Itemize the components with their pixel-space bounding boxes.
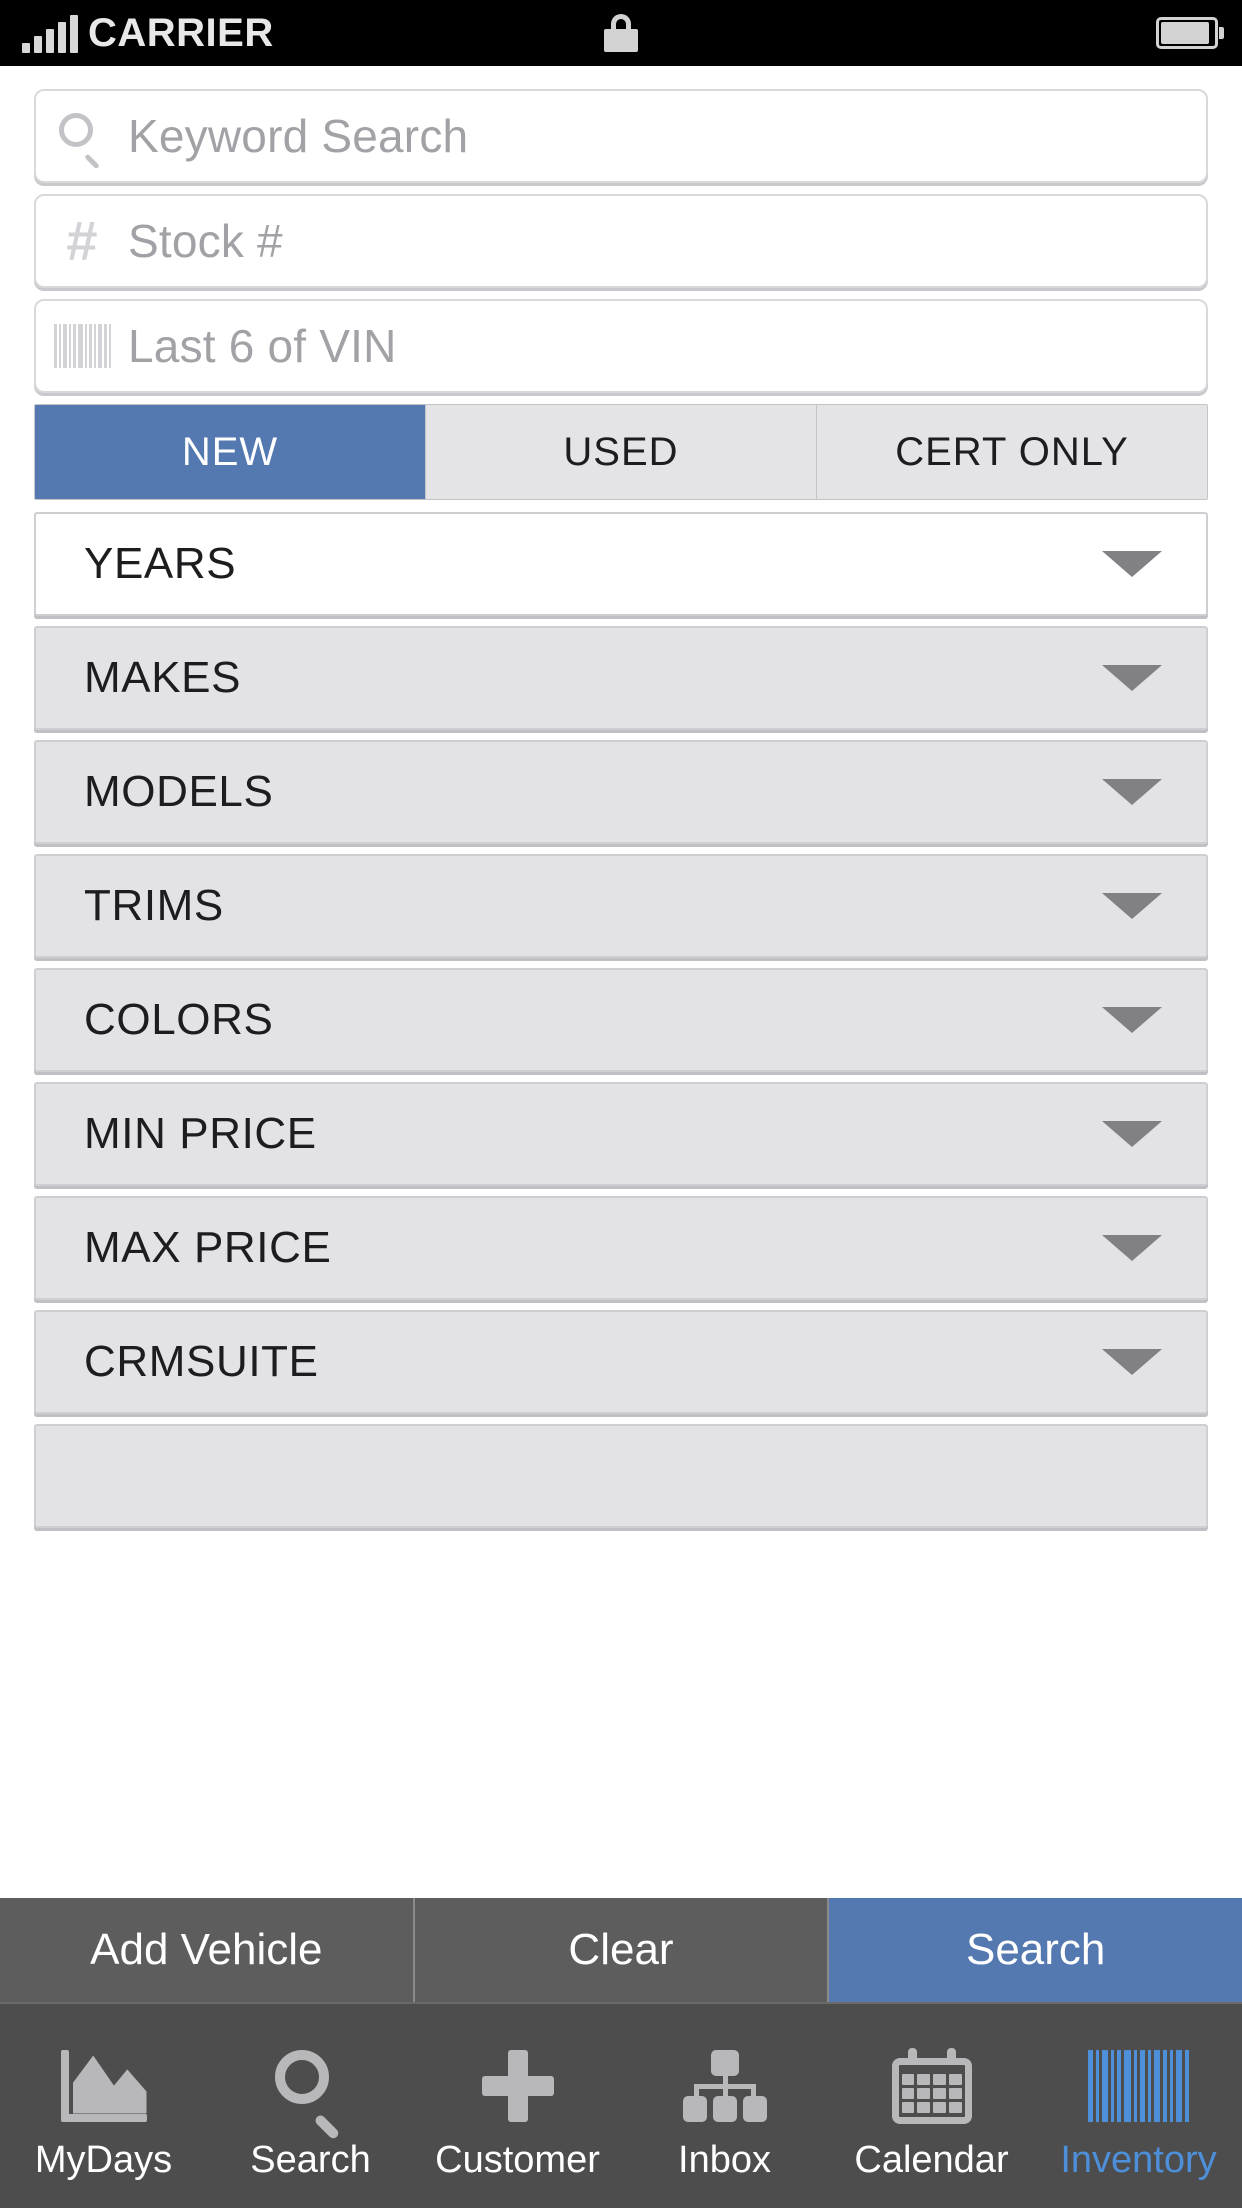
filter-label: MIN PRICE [84,1109,317,1158]
chevron-down-icon [1102,1235,1162,1261]
filter-label: TRIMS [84,881,224,930]
tab-inbox[interactable]: Inbox [621,2004,828,2208]
filter-label: YEARS [84,539,237,588]
search-icon [36,113,128,170]
status-bar-left: CARRIER [22,13,274,53]
action-bar: Add Vehicle Clear Search [0,1898,1242,2002]
tab-label: Calendar [854,2138,1009,2181]
tab-used[interactable]: USED [426,405,817,499]
filter-label: MAX PRICE [84,1223,332,1272]
filter-label: MODELS [84,767,274,816]
calendar-icon [891,2047,972,2125]
inventory-search-form: Keyword Search # Stock # Last 6 of VIN N… [0,66,1242,1898]
filter-models[interactable]: MODELS [34,740,1208,844]
chevron-down-icon [1102,779,1162,805]
carrier-label: CARRIER [88,11,274,55]
tab-cert-only[interactable]: CERT ONLY [817,405,1207,499]
filter-min-price[interactable]: MIN PRICE [34,1082,1208,1186]
chart-icon [60,2047,147,2125]
filter-crmsuite[interactable]: CRMSUITE [34,1310,1208,1414]
chevron-down-icon [1102,1121,1162,1147]
barcode-icon [1088,2047,1189,2125]
bottom-tab-bar: MyDays Search Customer Inbox Calendar In… [0,2002,1242,2208]
vin-input[interactable]: Last 6 of VIN [34,299,1208,393]
chevron-down-icon [1102,893,1162,919]
filter-label: MAKES [84,653,242,702]
filter-trims[interactable]: TRIMS [34,854,1208,958]
chevron-down-icon [1102,1007,1162,1033]
filter-label: CRMSUITE [84,1337,319,1386]
add-vehicle-button[interactable]: Add Vehicle [0,1898,415,2002]
tab-search[interactable]: Search [207,2004,414,2208]
filter-max-price[interactable]: MAX PRICE [34,1196,1208,1300]
stock-number-placeholder: Stock # [128,215,283,267]
filter-label: COLORS [84,995,274,1044]
vin-placeholder: Last 6 of VIN [128,320,397,372]
battery-icon [1156,17,1224,49]
tab-customer[interactable]: Customer [414,2004,621,2208]
lock-icon [604,14,638,52]
chevron-down-icon [1102,665,1162,691]
filter-partial-row[interactable] [34,1424,1208,1528]
tab-calendar[interactable]: Calendar [828,2004,1035,2208]
keyword-search-placeholder: Keyword Search [128,110,469,162]
org-chart-icon [682,2047,767,2125]
chevron-down-icon [1102,551,1162,577]
status-bar-right [1156,17,1224,49]
filter-makes[interactable]: MAKES [34,626,1208,730]
plus-icon [480,2047,556,2125]
status-bar: CARRIER [0,0,1242,66]
tab-new[interactable]: NEW [35,405,426,499]
condition-segmented-control: NEW USED CERT ONLY [34,404,1208,500]
app-screen: CARRIER Keyword Search # Stock # Last 6 … [0,0,1242,2208]
keyword-search-input[interactable]: Keyword Search [34,89,1208,183]
signal-bars-icon [22,15,78,53]
search-icon [273,2047,349,2140]
tab-label: Search [250,2138,371,2181]
filter-colors[interactable]: COLORS [34,968,1208,1072]
tab-mydays[interactable]: MyDays [0,2004,207,2208]
barcode-icon [36,324,128,368]
chevron-down-icon [1102,1349,1162,1375]
clear-button[interactable]: Clear [414,1898,830,2002]
search-button[interactable]: Search [829,1898,1242,2002]
tab-label: Inventory [1060,2138,1217,2181]
tab-label: Customer [435,2138,600,2181]
filter-years[interactable]: YEARS [34,512,1208,616]
tab-inventory[interactable]: Inventory [1035,2004,1242,2208]
tab-label: MyDays [34,2138,173,2181]
hash-icon: # [66,209,98,272]
stock-number-input[interactable]: # Stock # [34,194,1208,288]
tab-label: Inbox [678,2138,771,2181]
